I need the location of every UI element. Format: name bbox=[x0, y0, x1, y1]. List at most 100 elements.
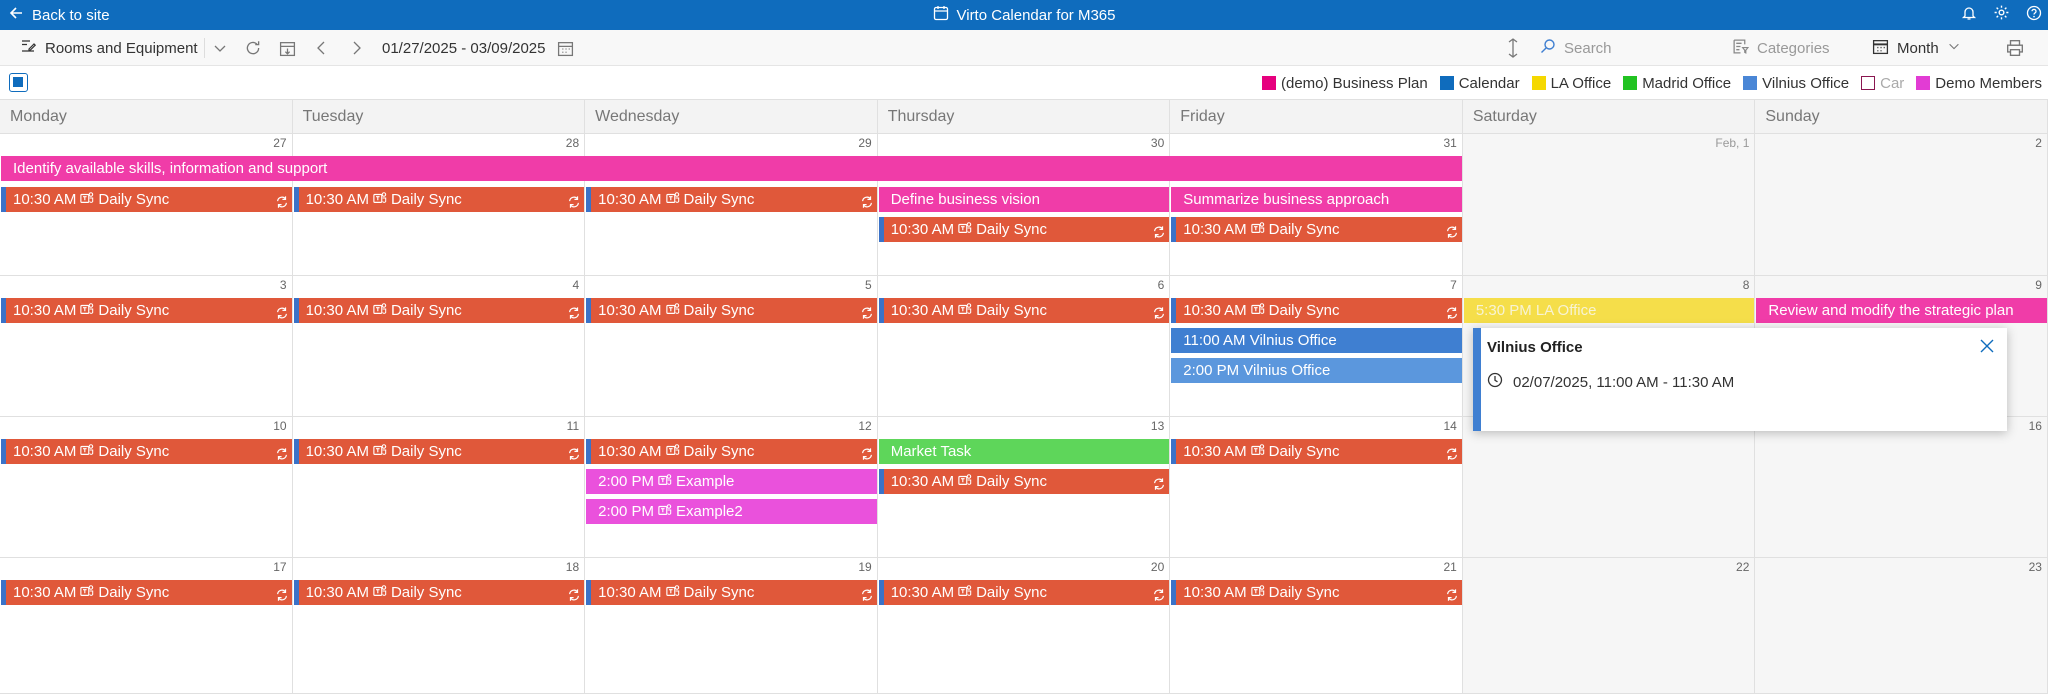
define-vision-event[interactable]: Define business vision bbox=[878, 187, 1170, 212]
recurrence-icon bbox=[860, 192, 874, 212]
review-plan-event[interactable]: Review and modify the strategic plan bbox=[1756, 298, 2047, 323]
categories-icon bbox=[1732, 38, 1750, 59]
recurrence-icon bbox=[275, 444, 289, 464]
day-number: 13 bbox=[1150, 419, 1165, 433]
legend-item[interactable]: Demo Members bbox=[1916, 75, 2042, 92]
event-title: Daily Sync bbox=[1268, 221, 1340, 238]
example-event[interactable]: 2:00 PM Example bbox=[586, 469, 877, 494]
daily-sync-event[interactable]: 10:30 AM Daily Sync bbox=[878, 469, 1170, 494]
date-picker-icon[interactable] bbox=[557, 30, 574, 66]
day-cell[interactable]: 15 bbox=[1462, 417, 1756, 558]
daily-sync-event[interactable]: 10:30 AM Daily Sync bbox=[878, 580, 1170, 605]
event-time: 10:30 AM bbox=[13, 584, 77, 601]
row-height-icon[interactable] bbox=[1505, 30, 1521, 66]
day-number: 7 bbox=[1450, 278, 1457, 292]
event-time: 10:30 AM bbox=[305, 443, 369, 460]
day-cell[interactable]: 17 bbox=[0, 558, 293, 694]
teams-icon bbox=[80, 581, 94, 605]
chevron-right-icon[interactable] bbox=[348, 30, 364, 66]
legend-swatch bbox=[1623, 76, 1638, 90]
refresh-icon[interactable] bbox=[244, 30, 262, 66]
event-popup: Vilnius Office 02/07/2025, 11:00 AM - 11… bbox=[1473, 328, 2007, 431]
legend-swatch bbox=[1439, 76, 1454, 90]
teams-icon bbox=[958, 218, 972, 242]
identify-skills-event[interactable]: Identify available skills, information a… bbox=[1, 156, 1462, 181]
la-office-event[interactable]: 5:30 PM LA Office bbox=[1463, 298, 1755, 323]
daily-sync-event[interactable]: 10:30 AM Daily Sync bbox=[586, 298, 877, 323]
recurrence-icon bbox=[1152, 474, 1166, 494]
daily-sync-event[interactable]: 10:30 AM Daily Sync bbox=[1171, 439, 1462, 464]
teams-icon bbox=[80, 440, 94, 464]
daily-sync-event[interactable]: 10:30 AM Daily Sync bbox=[1, 187, 292, 212]
daily-sync-event[interactable]: 10:30 AM Daily Sync bbox=[1, 580, 292, 605]
vilnius-office-event[interactable]: 2:00 PM Vilnius Office bbox=[1171, 358, 1462, 383]
daily-sync-event[interactable]: 10:30 AM Daily Sync bbox=[1171, 298, 1462, 323]
weekday-label: Tuesday bbox=[293, 100, 586, 134]
legend-item[interactable]: LA Office bbox=[1531, 75, 1611, 92]
daily-sync-event[interactable]: 10:30 AM Daily Sync bbox=[293, 580, 585, 605]
gear-icon[interactable] bbox=[1993, 4, 2010, 26]
day-cell[interactable]: 2 bbox=[1755, 134, 2048, 276]
event-title: Daily Sync bbox=[1268, 302, 1340, 319]
legend-item[interactable]: (demo) Business Plan bbox=[1261, 75, 1428, 92]
daily-sync-event[interactable]: 10:30 AM Daily Sync bbox=[586, 580, 877, 605]
categories-button[interactable]: Categories bbox=[1732, 30, 1830, 66]
day-cell[interactable]: 23 bbox=[1755, 558, 2048, 694]
recurrence-icon bbox=[567, 444, 581, 464]
example2-event[interactable]: 2:00 PM Example2 bbox=[586, 499, 877, 524]
date-range[interactable]: 01/27/2025 - 03/09/2025 bbox=[382, 30, 545, 66]
day-cell[interactable]: 16 bbox=[1755, 417, 2048, 558]
close-icon[interactable] bbox=[1979, 338, 1995, 359]
daily-sync-event[interactable]: 10:30 AM Daily Sync bbox=[293, 298, 585, 323]
day-cell[interactable]: 20 bbox=[877, 558, 1171, 694]
recurrence-icon bbox=[1152, 222, 1166, 242]
daily-sync-event[interactable]: 10:30 AM Daily Sync bbox=[586, 187, 877, 212]
day-cell[interactable]: Feb, 1 bbox=[1462, 134, 1756, 276]
day-number: 16 bbox=[2028, 419, 2042, 433]
view-mode-selector[interactable]: Month bbox=[1872, 30, 1961, 66]
legend-item[interactable]: Calendar bbox=[1439, 75, 1520, 92]
event-title: Daily Sync bbox=[390, 302, 462, 319]
daily-sync-event[interactable]: 10:30 AM Daily Sync bbox=[293, 439, 585, 464]
help-icon[interactable] bbox=[2026, 5, 2042, 26]
legend-item[interactable]: Vilnius Office bbox=[1743, 75, 1849, 92]
daily-sync-event[interactable]: 10:30 AM Daily Sync bbox=[878, 217, 1170, 242]
search-box[interactable]: Search bbox=[1540, 30, 1612, 66]
print-icon[interactable] bbox=[2006, 30, 2024, 66]
legend-item[interactable]: Madrid Office bbox=[1623, 75, 1731, 92]
event-time: 10:30 AM bbox=[305, 191, 369, 208]
day-cell[interactable]: 19 bbox=[585, 558, 878, 694]
daily-sync-event[interactable]: 10:30 AM Daily Sync bbox=[1171, 217, 1462, 242]
event-title: Daily Sync bbox=[390, 584, 462, 601]
legend-label: Car bbox=[1880, 74, 1905, 92]
view-selector[interactable]: Rooms and Equipment bbox=[20, 30, 198, 66]
event-title: Example bbox=[676, 473, 735, 490]
daily-sync-event[interactable]: 10:30 AM Daily Sync bbox=[1, 439, 292, 464]
weekday-label: Monday bbox=[0, 100, 293, 134]
market-task-event[interactable]: Market Task bbox=[878, 439, 1170, 464]
edit-icon bbox=[20, 38, 37, 58]
select-all-checkbox[interactable] bbox=[9, 73, 28, 92]
daily-sync-event[interactable]: 10:30 AM Daily Sync bbox=[878, 298, 1170, 323]
today-icon[interactable] bbox=[279, 30, 296, 66]
legend-item[interactable]: Car bbox=[1861, 75, 1904, 92]
bell-icon[interactable] bbox=[1961, 5, 1977, 26]
event-time: 10:30 AM bbox=[13, 302, 77, 319]
event-time: 10:30 AM bbox=[305, 302, 369, 319]
summarize-approach-event[interactable]: Summarize business approach bbox=[1171, 187, 1462, 212]
day-number: 14 bbox=[1443, 419, 1457, 433]
day-cell[interactable]: 18 bbox=[292, 558, 586, 694]
chevron-left-icon[interactable] bbox=[314, 30, 330, 66]
daily-sync-event[interactable]: 10:30 AM Daily Sync bbox=[586, 439, 877, 464]
event-time: 10:30 AM bbox=[13, 443, 77, 460]
daily-sync-event[interactable]: 10:30 AM Daily Sync bbox=[293, 187, 585, 212]
legend-bar: (demo) Business Plan Calendar LA Office Mad… bbox=[0, 66, 2048, 100]
chevron-down-icon[interactable] bbox=[212, 30, 228, 66]
event-title: Daily Sync bbox=[976, 584, 1047, 601]
daily-sync-event[interactable]: 10:30 AM Daily Sync bbox=[1, 298, 292, 323]
event-title: Daily Sync bbox=[390, 443, 462, 460]
day-cell[interactable]: 21 bbox=[1170, 558, 1463, 694]
daily-sync-event[interactable]: 10:30 AM Daily Sync bbox=[1171, 580, 1462, 605]
day-cell[interactable]: 22 bbox=[1462, 558, 1756, 694]
vilnius-office-event[interactable]: 11:00 AM Vilnius Office bbox=[1171, 328, 1462, 353]
